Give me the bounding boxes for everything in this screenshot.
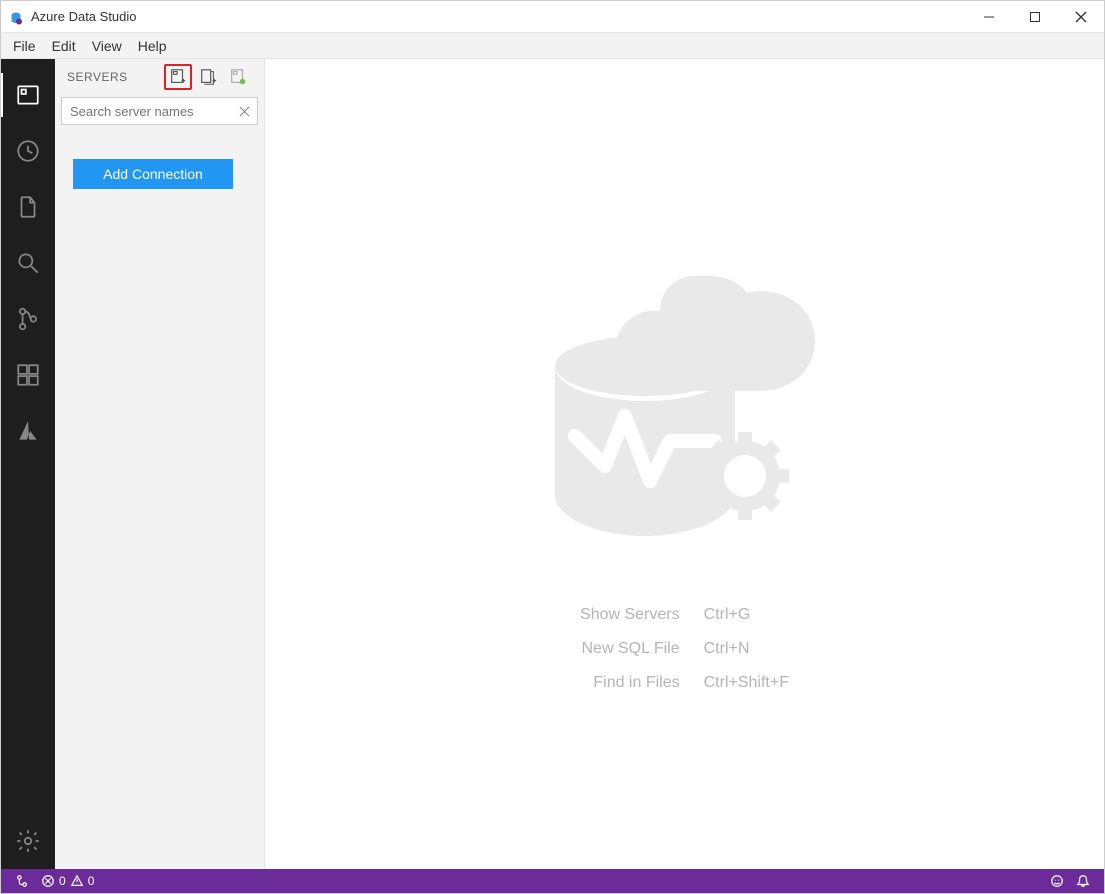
menu-help[interactable]: Help — [130, 35, 175, 57]
shortcut-find-files-key: Ctrl+Shift+F — [704, 674, 789, 692]
window-controls — [966, 1, 1104, 33]
title-bar: Azure Data Studio — [1, 1, 1104, 33]
activity-explorer[interactable] — [1, 179, 55, 235]
activity-servers[interactable] — [1, 67, 55, 123]
show-active-connections-icon[interactable] — [224, 64, 252, 90]
sidebar-title: SERVERS — [67, 70, 164, 84]
activity-azure[interactable] — [1, 403, 55, 459]
activity-extensions[interactable] — [1, 347, 55, 403]
shortcut-new-sql-label: New SQL File — [580, 640, 680, 658]
activity-bar — [1, 59, 55, 869]
activity-task-history[interactable] — [1, 123, 55, 179]
activity-source-control[interactable] — [1, 291, 55, 347]
menu-view[interactable]: View — [84, 35, 130, 57]
minimize-button[interactable] — [966, 1, 1012, 33]
activity-search[interactable] — [1, 235, 55, 291]
app-icon — [7, 8, 25, 26]
clear-search-icon[interactable] — [236, 103, 252, 119]
status-notifications-icon[interactable] — [1070, 869, 1096, 893]
new-server-group-icon[interactable] — [194, 64, 222, 90]
status-warnings-count: 0 — [88, 874, 95, 888]
search-input[interactable] — [61, 97, 258, 125]
shortcut-show-servers-key: Ctrl+G — [704, 606, 789, 624]
status-bar: 0 0 — [1, 869, 1104, 893]
add-connection-button[interactable]: Add Connection — [73, 159, 233, 189]
window-title: Azure Data Studio — [31, 9, 137, 24]
shortcut-find-files-label: Find in Files — [580, 674, 680, 692]
new-connection-icon[interactable] — [164, 64, 192, 90]
sidebar-header: SERVERS — [55, 59, 264, 95]
status-feedback-icon[interactable] — [1044, 869, 1070, 893]
welcome-watermark-icon — [515, 236, 855, 576]
workbench: SERVERS Add Connection — [1, 59, 1104, 869]
menu-bar: File Edit View Help — [1, 33, 1104, 59]
status-problems[interactable]: 0 0 — [35, 869, 100, 893]
close-button[interactable] — [1058, 1, 1104, 33]
shortcut-new-sql-key: Ctrl+N — [704, 640, 789, 658]
shortcut-grid: Show Servers Ctrl+G New SQL File Ctrl+N … — [580, 606, 789, 692]
maximize-button[interactable] — [1012, 1, 1058, 33]
status-errors-count: 0 — [59, 874, 66, 888]
shortcut-show-servers-label: Show Servers — [580, 606, 680, 624]
activity-settings[interactable] — [1, 813, 55, 869]
menu-file[interactable]: File — [5, 35, 44, 57]
menu-edit[interactable]: Edit — [44, 35, 84, 57]
servers-sidebar: SERVERS Add Connection — [55, 59, 265, 869]
status-remote[interactable] — [9, 869, 35, 893]
welcome-area: Show Servers Ctrl+G New SQL File Ctrl+N … — [265, 59, 1104, 869]
search-row — [61, 97, 258, 125]
